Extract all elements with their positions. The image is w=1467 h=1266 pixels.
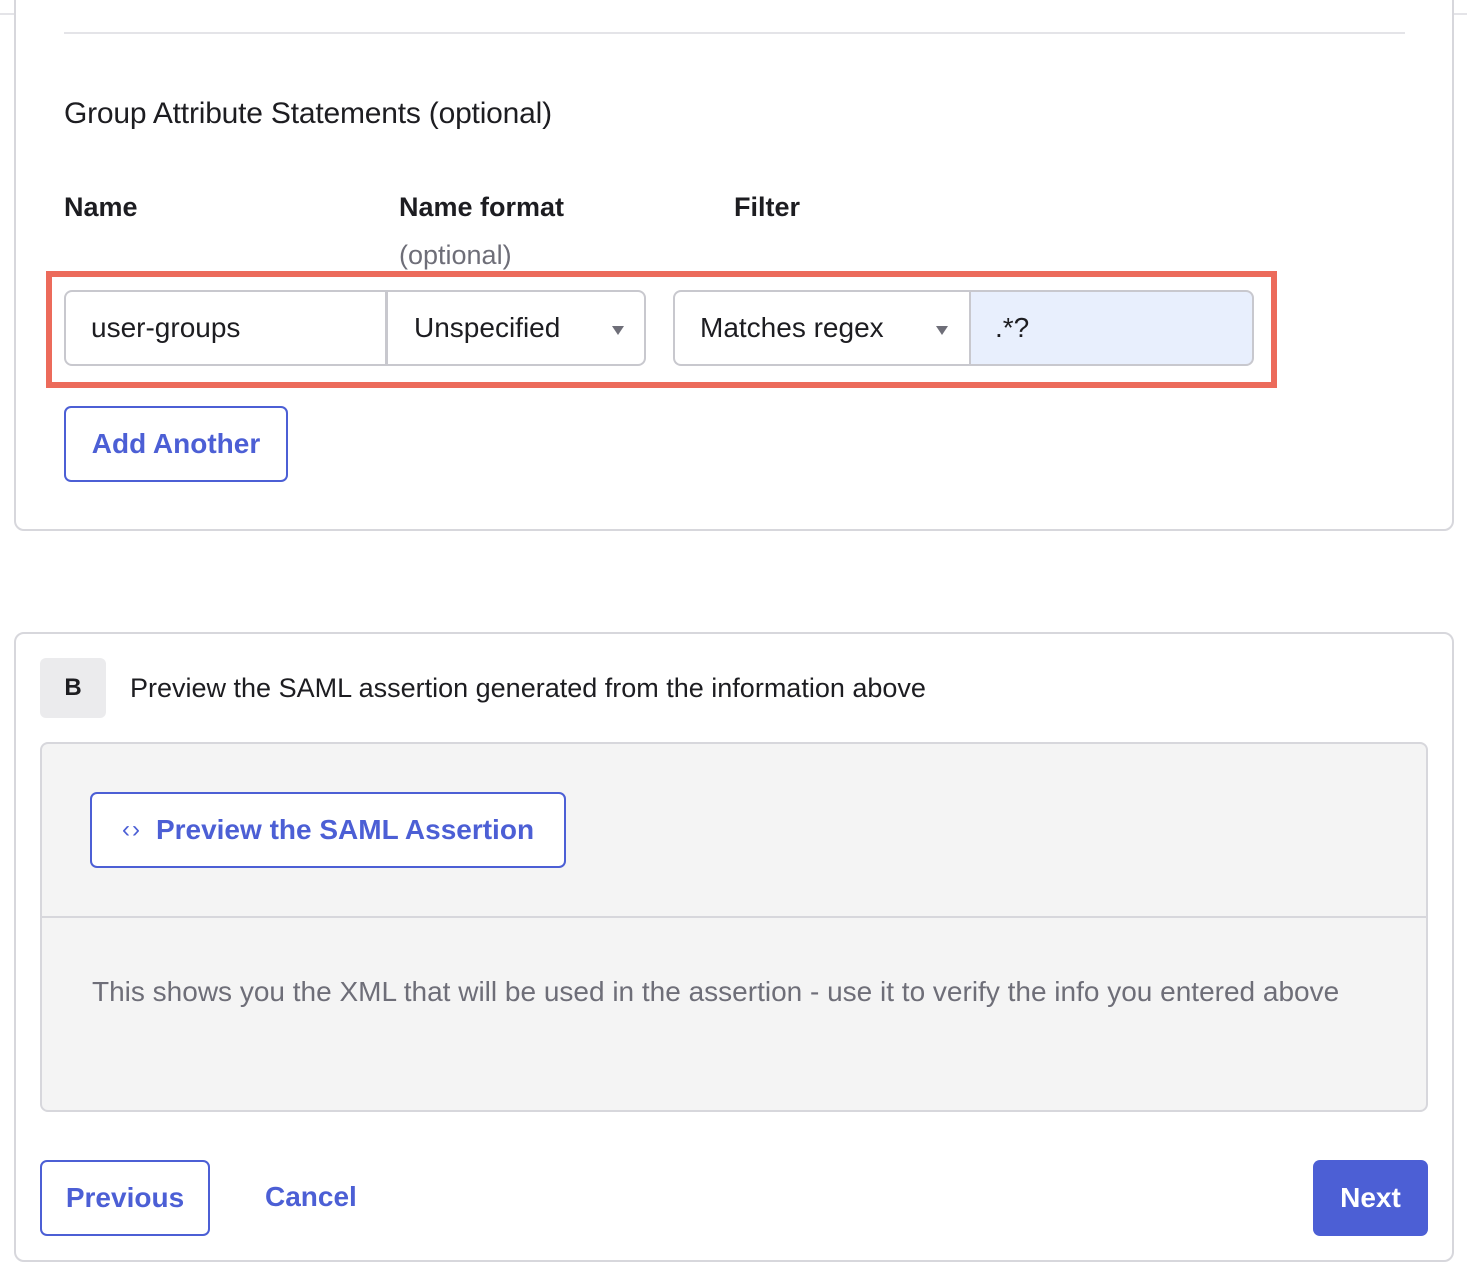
section-divider [64, 32, 1405, 34]
previous-label: Previous [65, 1182, 185, 1213]
column-hint-optional: (optional) [399, 240, 512, 270]
step-badge: B [40, 658, 106, 718]
name-format-value: Unspecified [414, 312, 561, 343]
group-name-value: user-groups [91, 312, 241, 343]
preview-saml-label: Preview the SAML Assertion [155, 814, 535, 845]
group-attributes-heading: Group Attribute Statements (optional) [64, 97, 552, 130]
chevron-down-icon [936, 326, 948, 335]
group-name-input[interactable]: user-groups [64, 290, 388, 366]
filter-type-select[interactable]: Matches regex [673, 290, 969, 366]
filter-value-input[interactable]: .*? [969, 290, 1254, 366]
name-format-select[interactable]: Unspecified [388, 290, 646, 366]
add-another-button[interactable]: Add Another [64, 406, 288, 482]
filter-type-value: Matches regex [700, 312, 884, 343]
preview-description: This shows you the XML that will be used… [92, 976, 1340, 1007]
next-label: Next [1340, 1182, 1401, 1213]
column-label-name: Name [64, 192, 138, 222]
column-label-name-format: Name format [399, 192, 565, 222]
chevron-down-icon [612, 326, 624, 335]
column-label-filter: Filter [734, 192, 801, 222]
cancel-link[interactable]: Cancel [265, 1181, 357, 1213]
filter-value-text: .*? [995, 312, 1030, 343]
previous-button[interactable]: Previous [40, 1160, 210, 1236]
preview-saml-button[interactable]: ‹› Preview the SAML Assertion [90, 792, 566, 868]
preview-divider [42, 916, 1426, 918]
add-another-label: Add Another [91, 428, 261, 459]
code-brackets-icon: ‹› [121, 816, 142, 843]
step-b-title: Preview the SAML assertion generated fro… [130, 673, 926, 703]
next-button[interactable]: Next [1313, 1160, 1428, 1236]
